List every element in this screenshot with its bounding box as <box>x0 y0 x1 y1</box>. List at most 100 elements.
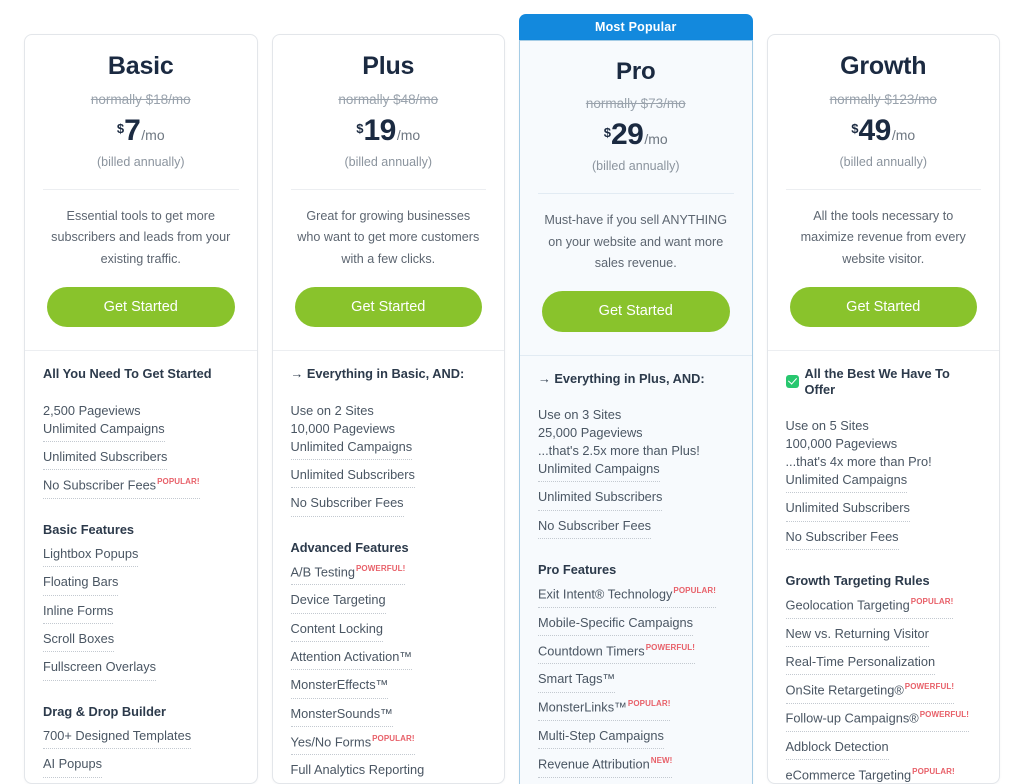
feature-item[interactable]: No Subscriber Fees <box>785 529 899 550</box>
feature-item[interactable]: OnSite Retargeting®POWERFUL! <box>785 681 955 704</box>
feature-item[interactable]: Lightbox Popups <box>43 545 139 568</box>
feature-item[interactable]: Unlimited Campaigns <box>290 439 413 460</box>
get-started-button[interactable]: Get Started <box>47 286 235 328</box>
feature-item[interactable]: Full Analytics Reporting <box>290 762 425 783</box>
feature-item[interactable]: Content Locking <box>290 621 383 642</box>
feature-item[interactable]: Smart Tags™ <box>538 671 616 693</box>
plan-header: Basic normally $18/mo $7/mo (billed annuall… <box>25 35 257 170</box>
get-started-button[interactable]: Get Started <box>542 291 730 332</box>
feature-item[interactable]: Unlimited Campaigns <box>538 461 660 483</box>
feature-row: MonsterLinks™POPULAR! <box>538 699 734 727</box>
feature-badge: POWERFUL! <box>645 642 696 652</box>
feature-group: Growth Targeting Rules Geolocation Target… <box>785 573 982 783</box>
feature-item[interactable]: Yes/No FormsPOPULAR! <box>290 734 415 756</box>
feature-item[interactable]: Revenue AttributionNEW! <box>538 756 673 778</box>
feature-item-label: AI Popups <box>43 756 103 772</box>
feature-group: Drag & Drop Builder 700+ Designed Templat… <box>43 704 239 783</box>
plan-card: Plus normally $48/mo $19/mo (billed annuall… <box>271 34 505 784</box>
feature-item[interactable]: Geolocation TargetingPOPULAR! <box>785 597 954 619</box>
feature-item[interactable]: Floating Bars <box>43 574 119 596</box>
feature-badge: POWERFUL! <box>904 681 955 691</box>
feature-lead-title-label: → Everything in Plus, AND: <box>538 370 705 386</box>
feature-item[interactable]: Unlimited Subscribers <box>785 500 910 522</box>
feature-row: 2,500 Pageviews <box>43 402 239 420</box>
plan-name: Pro <box>616 57 656 85</box>
feature-row: AI Popups <box>43 755 239 783</box>
cta-container: Get Started <box>273 271 505 328</box>
feature-row: MonsterEffects™ <box>290 676 487 704</box>
feature-item[interactable]: Scroll Boxes <box>43 631 115 653</box>
feature-list: All the Best We Have To Offer Use on 5 Si… <box>768 351 1000 783</box>
feature-item[interactable]: Follow-up Campaigns®POWERFUL! <box>785 710 970 732</box>
price-amount: 29 <box>611 118 644 152</box>
original-price: normally $18/mo <box>90 91 191 107</box>
feature-item[interactable]: MonsterEffects™ <box>290 677 389 699</box>
price-row: $29/mo <box>538 120 734 150</box>
feature-item[interactable]: Device Targeting <box>290 592 386 614</box>
feature-item[interactable]: Unlimited Campaigns <box>43 421 165 442</box>
feature-item[interactable]: Countdown TimersPOWERFUL! <box>538 642 696 665</box>
feature-row: MonsterSounds™ <box>290 705 487 733</box>
feature-item[interactable]: eCommerce TargetingPOPULAR! <box>786 767 955 783</box>
feature-item-label: Unlimited Subscribers <box>43 448 168 464</box>
get-started-button[interactable]: Get Started <box>294 286 482 328</box>
feature-item[interactable]: Exit Intent® TechnologyPOPULAR! <box>538 586 716 608</box>
feature-item[interactable]: Mobile-Specific Campaigns <box>538 615 694 636</box>
feature-item-label: Use on 3 Sites <box>538 406 622 422</box>
feature-item[interactable]: Attention Activation™ <box>290 648 413 671</box>
feature-row: Unlimited Campaigns <box>43 420 239 448</box>
feature-item-label: Lightbox Popups <box>43 545 139 561</box>
feature-item[interactable]: Unlimited Subscribers <box>538 489 663 511</box>
feature-row: Geolocation TargetingPOPULAR! <box>785 596 982 624</box>
feature-item[interactable]: MonsterLinks™POPULAR! <box>538 699 671 721</box>
feature-group: Advanced Features A/B TestingPOWERFUL! Dev… <box>290 540 487 783</box>
feature-row: Unlimited Campaigns <box>290 438 487 466</box>
get-started-button[interactable]: Get Started <box>789 286 977 328</box>
feature-item-label: Unlimited Subscribers <box>290 466 415 482</box>
feature-list: All You Need To Get Started 2,500 Pagevie… <box>25 351 257 783</box>
feature-item[interactable]: 700+ Designed Templates <box>43 728 192 750</box>
feature-row: Exit Intent® TechnologyPOPULAR! <box>538 585 734 613</box>
check-icon <box>785 375 799 388</box>
most-popular-banner: Most Popular <box>519 14 753 40</box>
feature-badge: POPULAR! <box>912 767 955 777</box>
feature-item[interactable]: Inline Forms <box>43 603 114 624</box>
feature-row: eCommerce TargetingPOPULAR! <box>786 766 982 783</box>
feature-item-label: 25,000 Pageviews <box>538 424 643 440</box>
feature-item[interactable]: Unlimited Subscribers <box>290 466 415 489</box>
feature-row: Multi-Step Campaigns <box>538 727 734 755</box>
cta-container: Get Started <box>520 275 752 332</box>
feature-group: Use on 3 Sites 25,000 Pageviews ...that's … <box>538 394 734 545</box>
feature-item-label: Unlimited Subscribers <box>785 500 910 516</box>
feature-item[interactable]: A/B TestingPOWERFUL! <box>290 563 406 586</box>
feature-item[interactable]: MonsterSounds™ <box>290 706 393 727</box>
feature-item-label: Unlimited Campaigns <box>43 420 165 436</box>
feature-row: Revenue AttributionNEW! <box>538 755 734 783</box>
feature-item[interactable]: No Subscriber Fees <box>290 495 404 517</box>
feature-item-label: Full Analytics Reporting <box>290 762 425 778</box>
feature-row: Unlimited Campaigns <box>538 460 734 488</box>
price-period: /mo <box>396 126 421 143</box>
feature-item[interactable]: Fullscreen Overlays <box>43 659 157 681</box>
feature-item-label: Attention Activation™ <box>290 648 413 664</box>
price-period: /mo <box>644 131 668 148</box>
feature-item-label: 2,500 Pageviews <box>43 402 141 418</box>
currency-symbol: $ <box>356 120 364 136</box>
feature-list: → Everything in Plus, AND: Use on 3 Sites… <box>520 356 752 784</box>
feature-row: Adblock Detection <box>785 738 982 766</box>
feature-row: 25,000 Pageviews <box>538 424 734 442</box>
feature-item-label: ...that's 4x more than Pro! <box>785 453 932 469</box>
feature-item[interactable]: No Subscriber FeesPOPULAR! <box>43 477 200 499</box>
feature-item[interactable]: Multi-Step Campaigns <box>538 728 664 750</box>
feature-lead-title-label: → Everything in Basic, AND: <box>290 366 465 382</box>
feature-item[interactable]: AI Popups <box>43 756 103 778</box>
feature-item[interactable]: No Subscriber Fees <box>538 518 652 539</box>
feature-item[interactable]: Unlimited Campaigns <box>785 472 908 494</box>
feature-lead-title: → Everything in Basic, AND: <box>291 366 487 381</box>
feature-item[interactable]: New vs. Returning Visitor <box>785 626 929 647</box>
feature-item-label: Real-Time Personalization <box>785 653 936 669</box>
feature-item[interactable]: Unlimited Subscribers <box>43 448 168 471</box>
feature-item[interactable]: Real-Time Personalization <box>785 653 936 676</box>
feature-badge: POWERFUL! <box>356 563 406 573</box>
feature-item[interactable]: Adblock Detection <box>785 739 889 761</box>
